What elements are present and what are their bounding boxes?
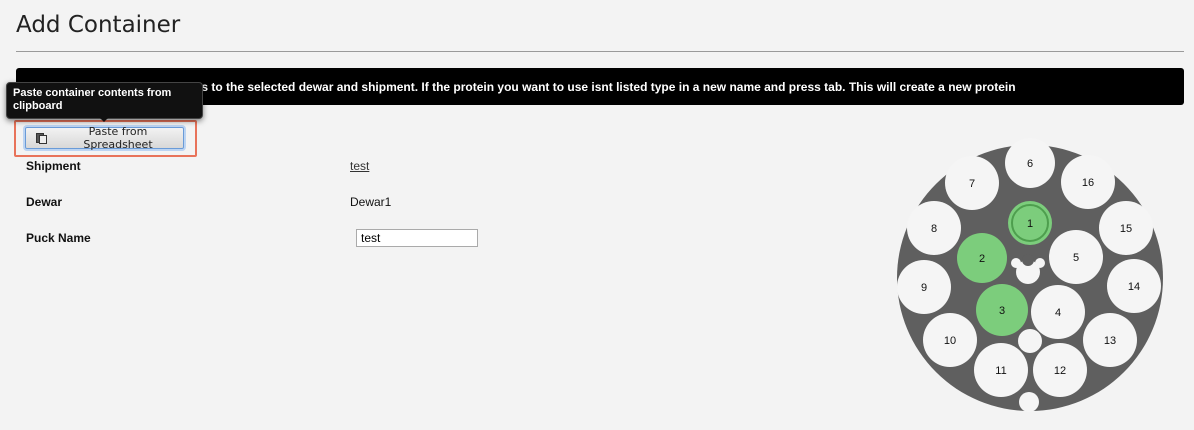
- puck-position-label: 14: [1128, 281, 1140, 293]
- puck-position-1[interactable]: 1: [1008, 201, 1052, 245]
- puck-hole-lower: [1018, 329, 1042, 353]
- puck-position-5[interactable]: 5: [1049, 230, 1103, 284]
- puck-position-14[interactable]: 14: [1107, 259, 1161, 313]
- puck-position-16[interactable]: 16: [1061, 155, 1115, 209]
- puck-position-label: 10: [944, 335, 956, 347]
- puck-diagram: 123 4567891011 1213141516: [897, 138, 1163, 412]
- puck-position-13[interactable]: 13: [1083, 313, 1137, 367]
- puck-position-label: 3: [999, 305, 1005, 317]
- puck-position-15[interactable]: 15: [1099, 201, 1153, 255]
- dewar-value: Dewar1: [350, 195, 392, 209]
- puck-position-label: 1: [1027, 218, 1033, 230]
- puck-position-label: 5: [1073, 252, 1079, 264]
- paste-tooltip: Paste container contents from clipboard: [6, 82, 203, 119]
- puck-position-4[interactable]: 4: [1031, 285, 1085, 339]
- puck-position-3[interactable]: 3: [976, 284, 1028, 336]
- puck-name-input[interactable]: [356, 229, 478, 247]
- puck-position-6[interactable]: 6: [1005, 138, 1055, 188]
- paste-button-label: Paste from Spreadsheet: [83, 125, 153, 151]
- puck-position-12[interactable]: 12: [1033, 343, 1087, 397]
- puck-position-label: 15: [1120, 223, 1132, 235]
- puck-position-label: 12: [1054, 365, 1066, 377]
- page-title: Add Container: [16, 12, 181, 38]
- puck-position-label: 6: [1027, 158, 1033, 170]
- puck-position-label: 9: [921, 282, 927, 294]
- puck-position-8[interactable]: 8: [907, 201, 961, 255]
- paste-from-spreadsheet-button[interactable]: Paste from Spreadsheet: [25, 125, 184, 151]
- puck-position-label: 16: [1082, 177, 1094, 189]
- puck-position-10[interactable]: 10: [923, 313, 977, 367]
- puck-position-label: 13: [1104, 335, 1116, 347]
- puck-hole-bottom: [1019, 392, 1039, 412]
- puck-name-label: Puck Name: [26, 231, 91, 245]
- puck-position-label: 8: [931, 223, 937, 235]
- puck-position-label: 2: [979, 253, 985, 265]
- puck-position-11[interactable]: 11: [974, 343, 1028, 397]
- dewar-label: Dewar: [26, 195, 63, 209]
- shipment-link[interactable]: test: [350, 159, 369, 173]
- puck-position-7[interactable]: 7: [945, 156, 999, 210]
- puck-position-label: 4: [1055, 307, 1061, 319]
- clipboard-icon: [36, 132, 47, 144]
- tooltip-arrow: [99, 117, 109, 122]
- puck-position-label: 7: [969, 178, 975, 190]
- puck-position-9[interactable]: 9: [897, 260, 951, 314]
- title-divider: [16, 51, 1184, 52]
- shipment-label: Shipment: [26, 159, 81, 173]
- puck-position-2[interactable]: 2: [957, 233, 1007, 283]
- puck-position-label: 11: [995, 365, 1006, 377]
